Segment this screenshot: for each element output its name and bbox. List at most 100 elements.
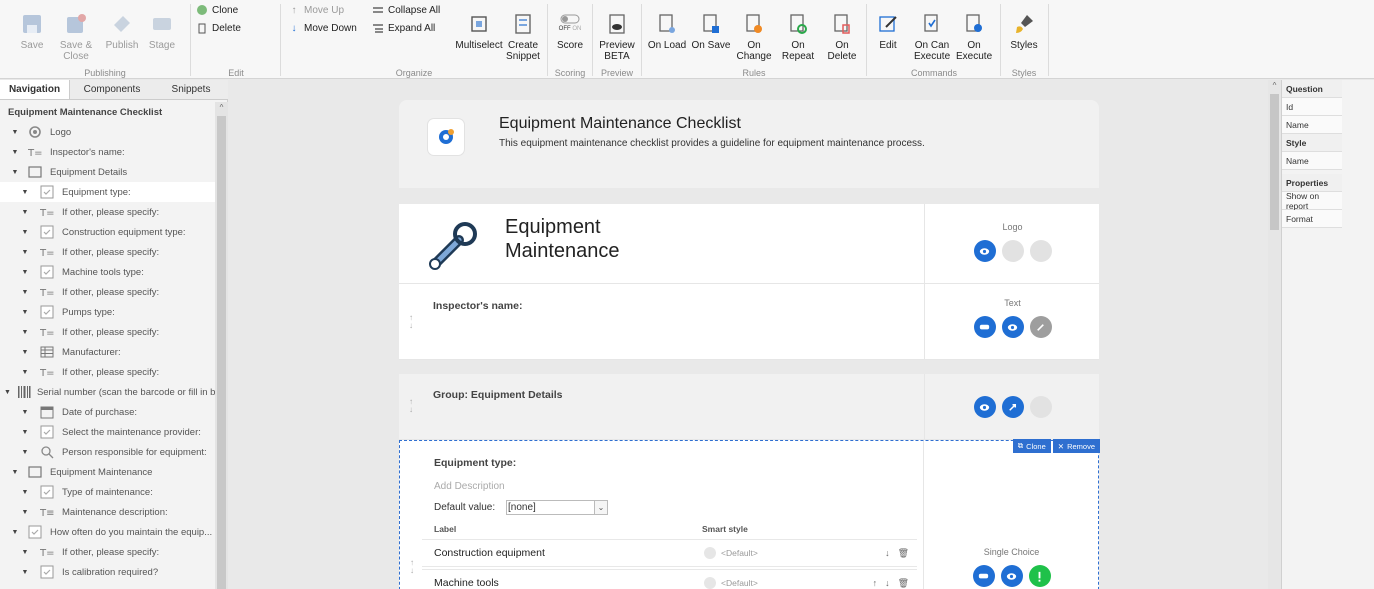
tab-snippets[interactable]: Snippets [154,80,228,99]
inspector-row[interactable]: Inspector's name: ↑ ↓ Text [399,284,1099,360]
multiselect-button[interactable]: Multiselect [455,12,503,51]
drag-handle-icon[interactable]: ↑ ↓ [409,398,413,414]
expand-caret-icon[interactable]: ▼ [20,509,30,516]
expand-caret-icon[interactable]: ▼ [10,529,20,536]
arrow-down-icon[interactable]: ↓ [885,548,890,559]
clone-button[interactable]: Clone [196,4,238,16]
styles-button[interactable]: Styles [1004,12,1044,51]
delete-button[interactable]: Delete [196,22,241,34]
tree-item[interactable]: ▼ Equipment Maintenance [0,462,215,482]
score-toggle-button[interactable]: OFF ON Score [552,12,588,51]
smart-style-cell[interactable]: <Default> [704,547,758,559]
expand-caret-icon[interactable]: ▼ [20,329,30,336]
choice-row[interactable]: Machine tools <Default> ↑ ↓ 🗑 [422,569,917,589]
on-execute-button[interactable]: On Execute [954,12,994,62]
create-snippet-button[interactable]: Create Snippet [504,12,542,62]
mask-icon[interactable] [972,565,995,587]
on-change-button[interactable]: On Change [732,12,776,62]
on-delete-button[interactable]: On Delete [820,12,864,62]
expand-caret-icon[interactable]: ▼ [20,369,30,376]
scroll-up-icon[interactable]: ^ [1268,80,1281,92]
eye-icon[interactable] [1001,316,1024,338]
tree-item[interactable]: ▼ Equipment type: [0,182,215,202]
collapse-all-button[interactable]: Collapse All [372,4,440,16]
tree-item[interactable]: ▼ Construction equipment type: [0,222,215,242]
trash-icon[interactable]: 🗑 [898,578,909,589]
expand-caret-icon[interactable]: ▼ [20,309,30,316]
empty-badge[interactable] [1001,240,1024,262]
expand-caret-icon[interactable]: ▼ [10,129,20,136]
on-repeat-button[interactable]: On Repeat [776,12,820,62]
expand-caret-icon[interactable]: ▼ [20,289,30,296]
tree-item[interactable]: ▼ T= If other, please specify: [0,322,215,342]
add-description-field[interactable]: Add Description [434,481,505,492]
expand-caret-icon[interactable]: ▼ [10,469,20,476]
tree-item[interactable]: ▼ Logo [0,122,215,142]
stage-button[interactable]: Stage [144,12,180,51]
choice-label[interactable]: Machine tools [434,577,499,589]
drag-handle-icon[interactable]: ↑ ↓ [410,559,414,575]
expand-caret-icon[interactable]: ▼ [20,249,30,256]
drag-handle-icon[interactable]: ↑ ↓ [409,314,413,330]
tab-components[interactable]: Components [70,80,154,99]
tree-item[interactable]: ▼ Equipment Details [0,162,215,182]
tree-item[interactable]: ▼ Select the maintenance provider: [0,422,215,442]
trash-icon[interactable]: 🗑 [898,548,909,559]
choice-row[interactable]: Construction equipment <Default> ↓ 🗑 [422,539,917,567]
group-row[interactable]: Group: Equipment Details ↑ ↓ [399,374,1099,440]
tree-item[interactable]: ▼ T≡ Maintenance description: [0,502,215,522]
tree-item[interactable]: ▼ Type of maintenance: [0,482,215,502]
mask-icon[interactable] [973,316,996,338]
expand-caret-icon[interactable]: ▼ [10,149,20,156]
eye-icon[interactable] [973,240,996,262]
expand-arrow-icon[interactable] [1001,396,1024,418]
form-header[interactable]: Equipment Maintenance Checklist This equ… [399,100,1099,188]
tree-item[interactable]: ▼ How often do you maintain the equip... [0,522,215,542]
arrow-down-icon[interactable]: ↓ [885,578,890,589]
publish-button[interactable]: Publish [104,12,140,51]
tree-item[interactable]: ▼ Person responsible for equipment: [0,442,215,462]
save-close-button[interactable]: Save & Close [56,12,96,62]
prop-show-on-report[interactable]: Show on report [1282,191,1342,211]
scroll-thumb[interactable] [1270,94,1279,230]
tree-item[interactable]: ▼ T= If other, please specify: [0,362,215,382]
tree-item[interactable]: ▼ Date of purchase: [0,402,215,422]
tree-scrollbar[interactable]: ^ [215,102,228,589]
prop-name[interactable]: Name [1282,116,1342,134]
expand-all-button[interactable]: Expand All [372,22,435,34]
question-title[interactable]: Equipment type: [434,457,516,469]
on-save-button[interactable]: On Save [690,12,732,51]
tree-item[interactable]: ▼ T= If other, please specify: [0,242,215,262]
scroll-up-icon[interactable]: ^ [215,102,228,114]
expand-caret-icon[interactable]: ▼ [20,229,30,236]
prop-format[interactable]: Format [1282,210,1342,228]
preview-button[interactable]: Preview BETA [598,12,636,62]
expand-caret-icon[interactable]: ▼ [20,409,30,416]
expand-caret-icon[interactable]: ▼ [10,169,20,176]
tree-item[interactable]: ▼ T= If other, please specify: [0,282,215,302]
expand-caret-icon[interactable]: ▼ [20,189,30,196]
expand-caret-icon[interactable]: ▼ [20,449,30,456]
smart-style-cell[interactable]: <Default> [704,577,758,589]
expand-caret-icon[interactable]: ▼ [20,429,30,436]
move-down-button[interactable]: ↓ Move Down [288,22,357,34]
prop-style-name[interactable]: Name [1282,152,1342,170]
expand-caret-icon[interactable]: ▼ [20,209,30,216]
arrow-up-icon[interactable]: ↑ [873,578,878,589]
tree-item[interactable]: ▼ T= If other, please specify: [0,542,215,562]
pencil-icon[interactable] [1029,316,1052,338]
tree-item[interactable]: ▼ T= Inspector's name: [0,142,215,162]
properties-scrollbar[interactable]: ^ [1268,80,1281,589]
empty-badge[interactable] [1029,396,1052,418]
expand-caret-icon[interactable]: ▼ [20,269,30,276]
default-value-select[interactable]: [none] [506,500,604,515]
eye-icon[interactable] [1000,565,1023,587]
prop-id[interactable]: Id [1282,98,1342,116]
move-up-button[interactable]: ↑ Move Up [288,4,345,16]
empty-badge[interactable] [1029,240,1052,262]
eye-icon[interactable] [973,396,996,418]
tree-item[interactable]: ▼ Machine tools type: [0,262,215,282]
expand-caret-icon[interactable]: ▼ [4,389,11,396]
expand-caret-icon[interactable]: ▼ [20,569,30,576]
save-button[interactable]: Save [14,12,50,51]
